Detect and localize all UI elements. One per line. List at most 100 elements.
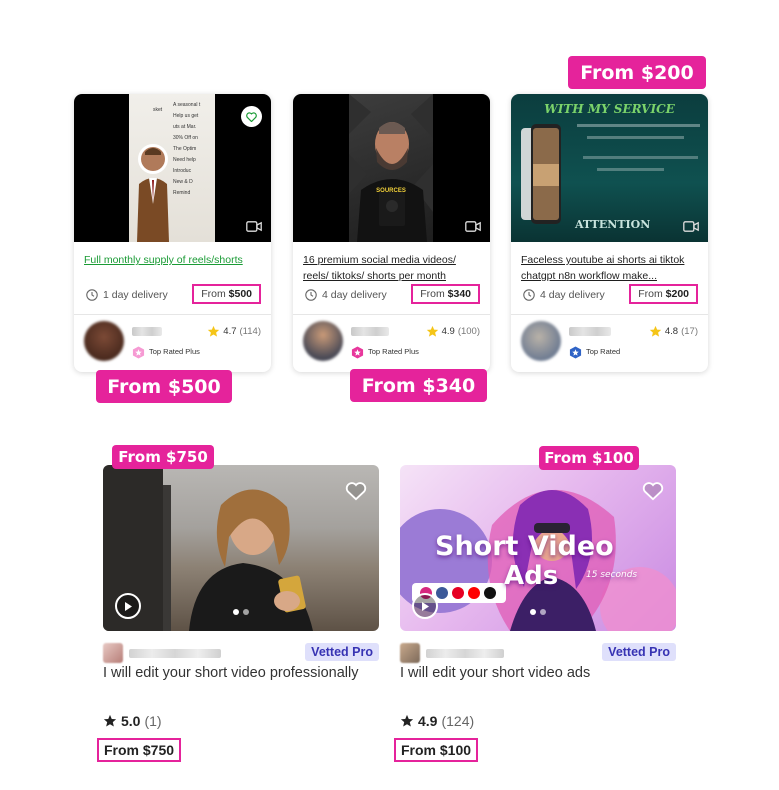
price-callout: From $100 — [539, 446, 639, 470]
star-icon — [400, 714, 414, 727]
gig-card[interactable]: Short Video Ads 15 seconds Vetted Pro I … — [394, 465, 676, 765]
price-callout: From $500 — [96, 370, 232, 403]
gig-thumbnail[interactable]: Short Video Ads 15 seconds — [400, 465, 676, 631]
review-count: (124) — [441, 713, 475, 729]
review-count: (17) — [681, 326, 698, 337]
seller-name-redacted[interactable] — [351, 327, 389, 336]
video-camera-icon — [465, 221, 481, 232]
thumb-text-line — [583, 156, 698, 159]
thumb-title: Short Video — [435, 531, 614, 562]
gig-title-link[interactable]: 16 premium social media videos/ reels/ t… — [303, 252, 480, 284]
heart-icon[interactable] — [345, 481, 367, 501]
gig-title-link[interactable]: I will edit your short video ads — [400, 665, 590, 681]
delivery-label: 4 day delivery — [322, 289, 387, 301]
gig-thumbnail[interactable]: sket A seasonal t Help us get uts at Mar… — [74, 94, 271, 242]
overlay-line: Remind — [173, 190, 191, 196]
top-rated-badge-icon — [132, 346, 145, 359]
gig-card[interactable]: SOURCES 16 premium social media videos/ … — [293, 94, 490, 372]
play-button[interactable] — [412, 593, 438, 619]
seller-name-redacted[interactable] — [132, 327, 162, 336]
carousel-dot[interactable] — [530, 609, 536, 615]
thumb-headline: WITH MY SERVICE — [544, 102, 675, 116]
carousel-dot[interactable] — [540, 609, 546, 615]
card-divider — [74, 314, 271, 315]
play-icon — [422, 601, 429, 611]
star-icon — [208, 325, 220, 337]
seller-name-redacted[interactable] — [426, 649, 504, 658]
video-camera-icon — [246, 221, 262, 232]
gig-rating: 4.7 (114) — [207, 325, 261, 338]
vetted-pro-badge: Vetted Pro — [305, 643, 379, 661]
overlay-line: Introduc — [173, 168, 192, 174]
bearded-man-image — [349, 94, 433, 242]
price-value: $200 — [665, 288, 689, 300]
woman-holding-phone-image — [103, 465, 313, 631]
delivery-time: 4 day delivery — [305, 289, 387, 301]
gig-title-link[interactable]: Full monthly supply of reels/shorts — [84, 252, 261, 268]
gig-rating: 4.9 (100) — [426, 325, 480, 338]
seller-level: Top Rated Plus — [368, 347, 419, 356]
price-highlight: From $500 — [192, 284, 261, 304]
thumb-overlay-text: sket — [153, 104, 162, 116]
star-icon — [426, 325, 438, 337]
heart-icon[interactable] — [642, 481, 664, 501]
gig-card[interactable]: Vetted Pro I will edit your short video … — [97, 465, 379, 765]
phone-mockup-image — [521, 124, 561, 224]
heart-icon — [246, 111, 257, 122]
rating-value: 4.7 — [223, 326, 237, 337]
price-prefix: From — [638, 288, 666, 300]
overlay-line: New & D — [173, 179, 193, 185]
seller-avatar[interactable] — [303, 321, 343, 361]
clock-icon — [86, 289, 98, 301]
thumb-text-line — [597, 168, 664, 171]
play-button[interactable] — [115, 593, 141, 619]
review-count: (100) — [457, 326, 480, 337]
rating-value: 4.9 — [418, 713, 438, 729]
seller-level: Top Rated — [586, 347, 621, 356]
favorite-button[interactable] — [241, 106, 262, 127]
carousel-dot[interactable] — [243, 609, 249, 615]
card-divider — [511, 314, 708, 315]
vetted-pro-badge: Vetted Pro — [602, 643, 676, 661]
seller-avatar[interactable] — [521, 321, 561, 361]
seller-level: Top Rated Plus — [149, 347, 200, 356]
carousel-dots[interactable] — [530, 609, 546, 615]
gig-thumbnail[interactable] — [103, 465, 379, 631]
gig-title-link[interactable]: Faceless youtube ai shorts ai tiktok cha… — [521, 252, 698, 284]
gig-card[interactable]: WITH MY SERVICE ATTENTION Faceless youtu… — [511, 94, 708, 372]
overlay-line: Help us get — [173, 113, 199, 119]
price-highlight: From $100 — [394, 738, 479, 762]
price-prefix: From — [420, 288, 448, 300]
seller-row: Vetted Pro — [103, 641, 379, 663]
thumb-text-line — [577, 124, 700, 127]
seller-name-redacted[interactable] — [569, 327, 611, 336]
thumb-subtitle: 15 seconds — [586, 570, 638, 580]
clock-icon — [305, 289, 317, 301]
seller-avatar[interactable] — [103, 643, 123, 663]
overlay-line: sket — [153, 107, 163, 113]
gig-thumbnail[interactable]: WITH MY SERVICE ATTENTION — [511, 94, 708, 242]
delivery-time: 4 day delivery — [523, 289, 605, 301]
thumb-overlay-column: A seasonal t Help us get uts at Mar. 30%… — [173, 100, 217, 199]
price-callout: From $200 — [568, 56, 706, 89]
gig-title-link[interactable]: I will edit your short video professiona… — [103, 665, 358, 681]
seller-name-redacted[interactable] — [129, 649, 221, 658]
price-value: $500 — [228, 288, 252, 300]
seller-avatar[interactable] — [400, 643, 420, 663]
seller-row: Vetted Pro — [400, 641, 676, 663]
carousel-dot[interactable] — [233, 609, 239, 615]
top-rated-badge-icon — [569, 346, 582, 359]
gig-thumbnail[interactable]: SOURCES — [293, 94, 490, 242]
seller-avatar[interactable] — [84, 321, 124, 361]
overlay-line: A seasonal t — [173, 102, 201, 108]
gig-card[interactable]: sket A seasonal t Help us get uts at Mar… — [74, 94, 271, 372]
overlay-line: 30% Off on — [173, 135, 198, 141]
review-count: (114) — [239, 326, 261, 337]
carousel-dots[interactable] — [233, 609, 249, 615]
thumb-title-line2: Ads — [504, 561, 559, 591]
top-rated-badge-icon — [351, 346, 364, 359]
price-highlight: From $200 — [629, 284, 698, 304]
video-camera-icon — [683, 221, 699, 232]
price-highlight: From $750 — [97, 738, 182, 762]
rating-value: 4.8 — [664, 326, 679, 337]
